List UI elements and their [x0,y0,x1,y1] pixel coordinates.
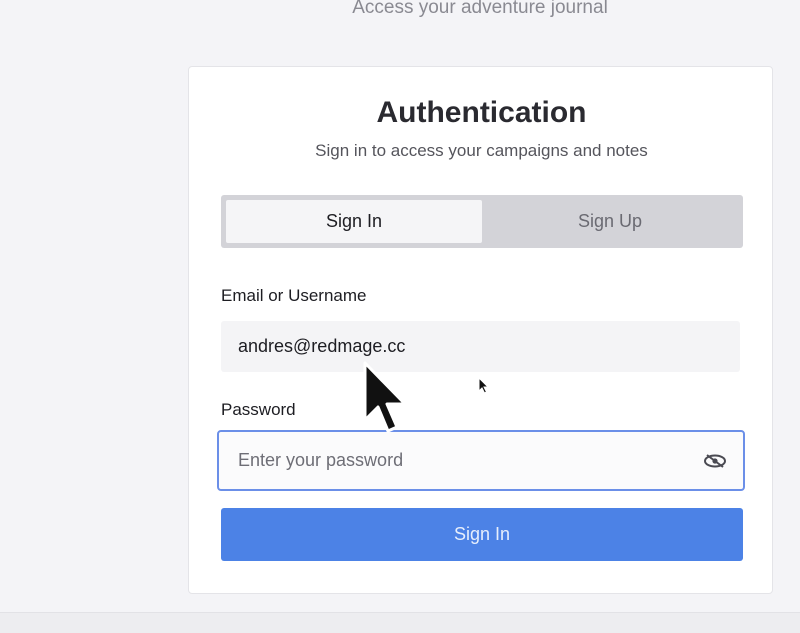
password-label: Password [221,400,296,419]
card-title: Authentication [376,96,587,129]
eye-icon[interactable] [703,451,727,471]
auth-tabs: Sign In Sign Up [221,195,743,248]
page-tagline: Access your adventure journal [352,0,608,18]
tab-sign-up[interactable]: Sign Up [482,200,738,243]
sign-in-button[interactable]: Sign In [221,508,743,561]
mouse-pointer-small-icon [478,377,490,394]
email-label: Email or Username [221,286,367,305]
password-input[interactable] [238,450,678,471]
auth-card: Authentication Sign in to access your ca… [188,66,773,594]
auth-page: Access your adventure journal Authentica… [0,0,800,633]
mouse-pointer-icon [363,361,407,433]
tab-sign-in[interactable]: Sign In [226,200,482,243]
footer-strip [0,612,800,633]
card-subtitle: Sign in to access your campaigns and not… [315,141,648,160]
email-field[interactable]: andres@redmage.cc [221,321,740,372]
password-field-wrapper [217,430,745,491]
